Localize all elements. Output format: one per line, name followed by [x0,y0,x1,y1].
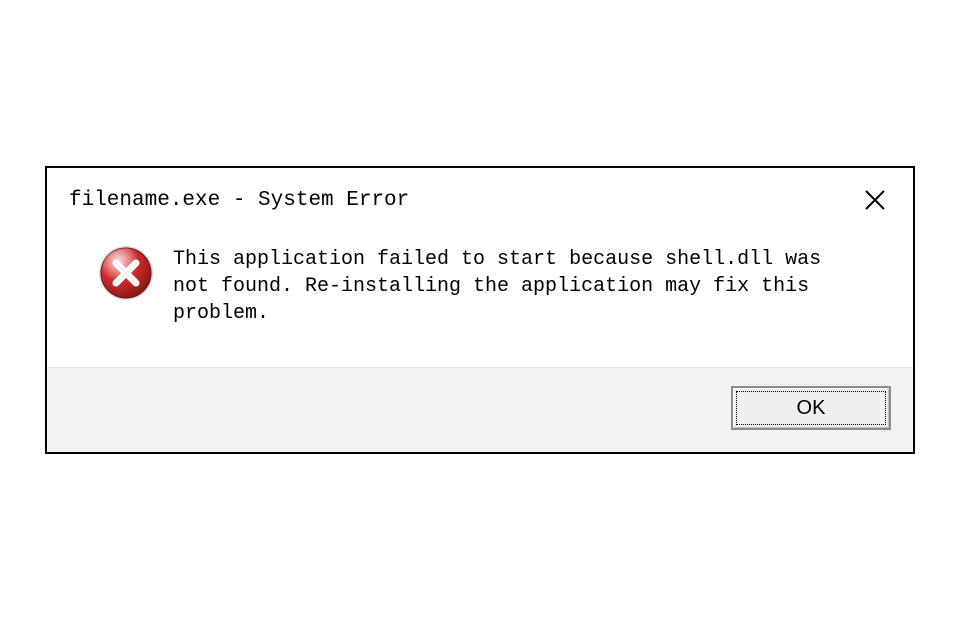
dialog-titlebar: filename.exe - System Error [47,168,913,224]
close-icon [863,188,887,212]
dialog-button-bar: OK [47,367,913,452]
error-dialog: filename.exe - System Error [45,166,915,454]
ok-button[interactable]: OK [731,386,891,430]
dialog-content: This application failed to start because… [47,224,913,367]
close-button[interactable] [859,184,891,216]
dialog-message: This application failed to start because… [173,244,863,327]
error-icon [97,244,155,302]
dialog-title: filename.exe - System Error [69,189,409,212]
